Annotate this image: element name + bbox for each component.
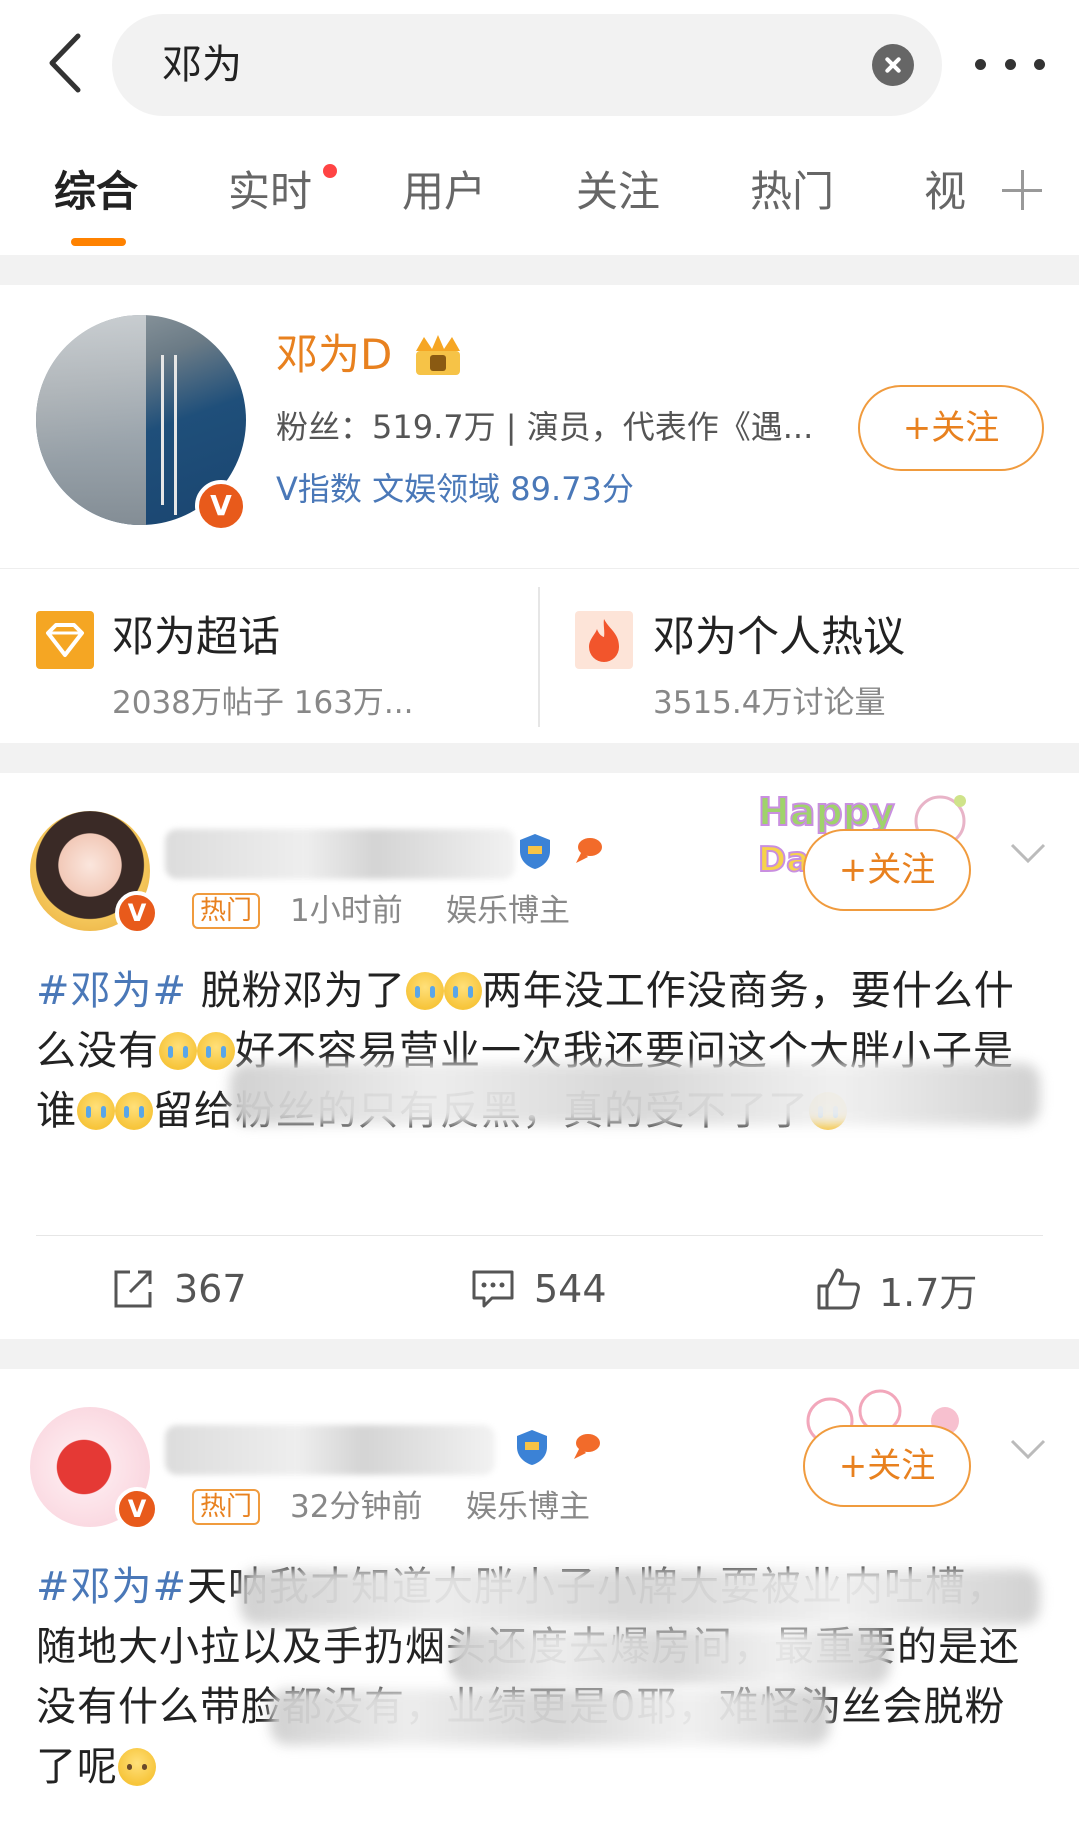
crying-emoji-icon (77, 1092, 115, 1130)
follow-button[interactable]: +关注 (803, 829, 971, 911)
tab-video[interactable]: 视 (924, 162, 966, 222)
fire-icon (575, 611, 633, 669)
top-bar: 邓为 (0, 0, 1079, 130)
shy-emoji-icon (118, 1748, 156, 1786)
fish-icon (576, 838, 602, 863)
follow-button[interactable]: +关注 (858, 385, 1044, 471)
hot-discussion-stats: 3515.4万讨论量 (653, 685, 886, 721)
follow-button[interactable]: +关注 (803, 1425, 971, 1507)
tab-comprehensive[interactable]: 综合 (54, 162, 138, 222)
fish-icon (574, 1434, 600, 1459)
censored-area (230, 1063, 1040, 1125)
search-query: 邓为 (162, 42, 242, 88)
crying-emoji-icon (197, 1032, 235, 1070)
author-role: 娱乐博主 (446, 893, 570, 929)
verified-badge-icon: V (115, 1487, 159, 1531)
active-tab-indicator (71, 238, 126, 246)
search-tabs: 综合 实时 用户 关注 热门 视 (0, 130, 1079, 255)
member-shield-icon (517, 1430, 547, 1465)
post-time: 1小时前 (290, 893, 403, 929)
blurred-username (165, 1425, 495, 1475)
super-topic-stats: 2038万帖子 163万... (112, 685, 414, 721)
author-role: 娱乐博主 (466, 1489, 590, 1525)
section-gap (0, 743, 1079, 773)
tab-users[interactable]: 用户 (402, 162, 486, 222)
clear-icon[interactable] (872, 44, 914, 86)
divider (538, 587, 540, 727)
thumbs-up-icon (817, 1268, 860, 1310)
censored-area (450, 1629, 890, 1685)
tab-realtime[interactable]: 实时 (228, 162, 312, 222)
chevron-down-icon[interactable] (1008, 1429, 1048, 1469)
search-input[interactable]: 邓为 (112, 14, 942, 116)
post-card[interactable]: V 热门 1小时前 娱乐博主 Happy Da +关注 #邓为# 脱粉邓为了 两年… (0, 773, 1079, 1339)
v-index[interactable]: V指数 文娱领域 89.73分 (276, 467, 634, 511)
user-name[interactable]: 邓为D (276, 325, 392, 385)
blurred-username (165, 829, 515, 879)
section-gap (0, 255, 1079, 285)
tab-hot[interactable]: 热门 (750, 162, 834, 222)
divider (36, 1235, 1043, 1236)
censored-area (240, 1569, 1040, 1625)
topic-hashtag[interactable]: #邓为# (36, 968, 187, 1014)
repost-button[interactable]: 367 (110, 1259, 247, 1319)
censored-area (270, 1689, 830, 1745)
svg-text:Happy: Happy (758, 790, 895, 834)
hot-tag: 热门 (192, 1489, 261, 1525)
verified-badge-icon: V (195, 480, 247, 532)
back-arrow-icon[interactable] (38, 28, 98, 98)
repost-count: 367 (174, 1267, 247, 1311)
more-options-icon[interactable] (975, 54, 1045, 74)
fans-info: 粉丝：519.7万 | 演员，代表作《遇... (276, 408, 814, 446)
verified-badge-icon: V (115, 891, 159, 935)
post-time: 32分钟前 (290, 1489, 423, 1525)
repost-icon (114, 1270, 152, 1308)
crying-emoji-icon (405, 972, 444, 1010)
chevron-down-icon[interactable] (1008, 833, 1048, 873)
new-content-dot (323, 164, 337, 178)
like-count: 1.7万 (879, 1270, 978, 1315)
diamond-icon (36, 611, 94, 669)
like-button[interactable]: 1.7万 (815, 1259, 977, 1319)
svg-text:Da: Da (758, 840, 809, 880)
crying-emoji-icon (159, 1032, 197, 1070)
comment-button[interactable]: 544 (470, 1259, 607, 1319)
section-gap (0, 1339, 1079, 1369)
post-card[interactable]: V 热门 32分钟前 娱乐博主 +关注 #邓为#天呐我才知道大胖小子小牌大耍被业… (0, 1369, 1079, 1846)
topic-hashtag[interactable]: #邓为# (36, 1564, 187, 1610)
super-topic-title[interactable]: 邓为超话 (112, 607, 280, 667)
topic-row: 邓为超话 2038万帖子 163万... 邓为个人热议 3515.4万讨论量 (0, 568, 1079, 743)
comment-count: 544 (534, 1267, 607, 1311)
user-card[interactable]: V 邓为D 粉丝：519.7万 | 演员，代表作《遇... V指数 文娱领域 8… (0, 285, 1079, 568)
comment-icon (472, 1270, 514, 1308)
crying-emoji-icon (115, 1092, 153, 1130)
crying-emoji-icon (443, 972, 482, 1010)
hot-discussion-title[interactable]: 邓为个人热议 (653, 607, 905, 667)
member-shield-icon (520, 834, 550, 869)
tab-following[interactable]: 关注 (576, 162, 660, 222)
hot-tag: 热门 (192, 893, 261, 929)
crown-icon (416, 335, 460, 375)
add-tab-icon[interactable] (1002, 170, 1042, 210)
